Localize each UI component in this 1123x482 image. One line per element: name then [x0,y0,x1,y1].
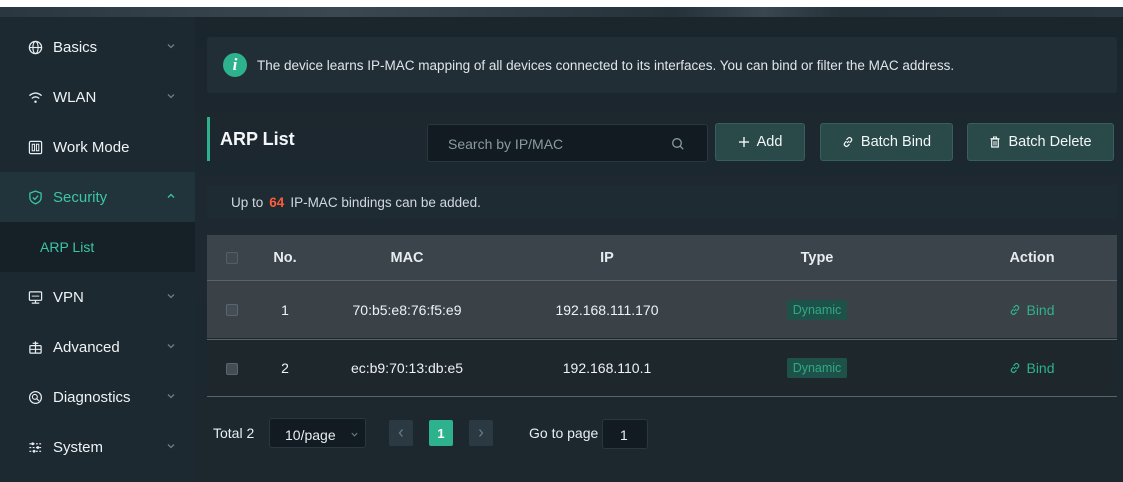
wifi-icon [27,89,43,105]
sidebar-item-label: Basics [53,38,98,56]
link-icon [1009,362,1021,374]
row-action-cell: Bind [977,340,1087,396]
row-type-cell: Dynamic [757,340,877,396]
sidebar-item-work-mode[interactable]: Work Mode [0,122,195,172]
link-icon [842,136,854,148]
sidebar-item-security[interactable]: Security [0,172,195,222]
row-checkbox[interactable] [226,304,238,316]
select-all-checkbox[interactable] [226,252,238,264]
pagination: Total 2 10/page 1 Go to page 1 [207,417,807,449]
batch-delete-button-label: Batch Delete [1008,134,1092,150]
chevron-down-icon [350,430,359,439]
chevron-down-icon [165,390,177,402]
column-header-ip: IP [600,249,614,266]
chevron-up-icon [165,190,177,202]
column-header-mac: MAC [390,249,424,266]
binding-limit-notice: Up to 64 IP-MAC bindings can be added. [207,185,1117,219]
chevron-down-icon [165,90,177,102]
info-icon: i [223,53,247,77]
chevron-down-icon [165,440,177,452]
chevron-left-icon [398,429,403,437]
prev-page-button[interactable] [389,420,413,446]
column-header-action: Action [1009,249,1055,266]
row-ip: 192.168.111.170 [555,301,659,318]
sidebar-item-label: WLAN [53,88,97,106]
sidebar-item-label: Security [53,188,108,206]
sidebar-item-system[interactable]: System [0,422,195,472]
top-header-strip [0,7,1123,17]
work-mode-icon [27,139,43,155]
row-mac: ec:b9:70:13:db:e5 [350,360,464,376]
app-window: Basics WLAN Work Mode Security ARP List [0,7,1123,482]
limit-count: 64 [269,194,285,210]
sidebar-subitem-arp-list[interactable]: ARP List [0,222,195,272]
table-row: 2 ec:b9:70:13:db:e5 192.168.110.1 Dynami… [207,339,1117,397]
goto-page-input[interactable]: 1 [602,419,648,449]
table-header: No. MAC IP Type Action [207,235,1117,280]
main-content: i The device learns IP-MAC mapping of al… [195,17,1123,482]
sidebar-subitem-label: ARP List [40,239,95,255]
table-row: 1 70:b5:e8:76:f5:e9 192.168.111.170 Dyna… [207,280,1117,338]
page-title: ARP List [207,117,400,161]
diagnostics-icon [27,389,43,405]
batch-bind-button-label: Batch Bind [860,134,932,150]
vpn-icon [27,289,43,305]
search-icon[interactable] [671,137,685,151]
sidebar-item-label: Advanced [53,338,120,356]
add-button-label: Add [756,134,783,150]
column-header-no: No. [273,249,297,266]
sidebar-item-label: Diagnostics [53,388,131,406]
bind-link[interactable]: Bind [1009,360,1055,376]
sidebar-item-label: System [53,438,104,456]
page-size-value: 10/page [285,427,336,443]
goto-label: Go to page [529,425,599,441]
shield-check-icon [27,189,43,205]
row-ip: 192.168.110.1 [562,360,652,376]
pagination-total: Total 2 [213,425,255,441]
type-badge: Dynamic [786,299,848,320]
next-page-button[interactable] [469,420,493,446]
sidebar-item-wlan[interactable]: WLAN [0,72,195,122]
page-number-button[interactable]: 1 [429,420,453,446]
page-size-select[interactable]: 10/page [269,418,366,448]
plus-icon [738,136,750,148]
row-no: 2 [281,360,289,376]
limit-prefix: Up to [231,194,264,210]
chevron-down-icon [165,340,177,352]
advanced-icon [27,339,43,355]
search-input[interactable]: Search by IP/MAC [427,124,708,162]
chevron-down-icon [165,40,177,52]
info-text: The device learns IP-MAC mapping of all … [257,57,955,73]
add-button[interactable]: Add [715,123,805,161]
batch-bind-button[interactable]: Batch Bind [820,123,953,161]
bind-link[interactable]: Bind [1009,301,1055,318]
sidebar-item-label: Work Mode [53,138,130,156]
search-placeholder: Search by IP/MAC [448,136,564,152]
sidebar-item-diagnostics[interactable]: Diagnostics [0,372,195,422]
limit-suffix: IP-MAC bindings can be added. [290,194,481,210]
type-badge: Dynamic [786,358,848,378]
bind-link-label: Bind [1026,360,1055,376]
row-no: 1 [281,301,289,318]
trash-icon [989,136,1001,148]
row-mac: 70:b5:e8:76:f5:e9 [352,301,462,318]
row-action-cell: Bind [977,281,1087,338]
batch-delete-button[interactable]: Batch Delete [967,123,1114,161]
row-checkbox[interactable] [226,363,238,375]
sidebar-item-basics[interactable]: Basics [0,22,195,72]
link-icon [1009,304,1021,316]
bind-link-label: Bind [1026,301,1055,318]
chevron-right-icon [479,429,484,437]
sidebar-item-advanced[interactable]: Advanced [0,322,195,372]
info-banner: i The device learns IP-MAC mapping of al… [207,37,1117,93]
chevron-down-icon [165,290,177,302]
column-header-type: Type [800,249,834,266]
sidebar-item-vpn[interactable]: VPN [0,272,195,322]
globe-icon [27,39,43,55]
row-type-cell: Dynamic [757,281,877,338]
system-icon [27,439,43,455]
sidebar-item-label: VPN [53,288,84,306]
sidebar: Basics WLAN Work Mode Security ARP List [0,17,195,482]
